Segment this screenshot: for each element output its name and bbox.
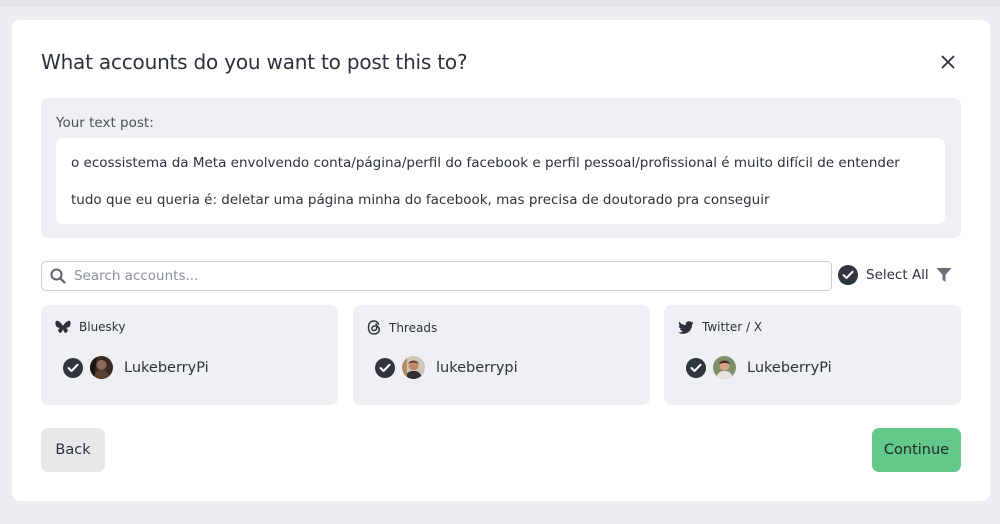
- platform-header: Bluesky: [55, 320, 125, 334]
- avatar: [90, 356, 113, 379]
- select-all-toggle[interactable]: Select All: [838, 265, 929, 285]
- select-all-label: Select All: [866, 267, 929, 283]
- platform-card-bluesky: Bluesky LukeberryPi: [41, 305, 338, 405]
- post-text-line: o ecossistema da Meta envolvendo conta/p…: [71, 155, 900, 171]
- post-preview-panel: Your text post: o ecossistema da Meta en…: [41, 98, 961, 238]
- dialog-title: What accounts do you want to post this t…: [41, 50, 468, 74]
- post-text: o ecossistema da Meta envolvendo conta/p…: [56, 138, 945, 224]
- account-item[interactable]: lukeberrypi: [375, 356, 518, 379]
- post-accounts-dialog: What accounts do you want to post this t…: [12, 20, 990, 501]
- avatar: [713, 356, 736, 379]
- search-icon: [50, 268, 66, 284]
- search-field[interactable]: [41, 261, 832, 291]
- platform-name: Threads: [389, 320, 438, 335]
- butterfly-icon: [55, 320, 71, 333]
- account-checkbox[interactable]: [686, 357, 706, 378]
- account-handle: LukeberryPi: [747, 359, 832, 376]
- platform-card-twitter: Twitter / X LukeberryPi: [664, 305, 961, 405]
- account-checkbox[interactable]: [375, 357, 395, 378]
- account-item[interactable]: LukeberryPi: [686, 356, 832, 379]
- checkmark-icon: [690, 363, 702, 372]
- search-input[interactable]: [74, 268, 814, 284]
- checkmark-icon: [379, 363, 391, 372]
- top-bar: [0, 0, 1000, 7]
- account-checkbox[interactable]: [63, 357, 83, 378]
- platform-header: Twitter / X: [678, 320, 762, 334]
- filter-button[interactable]: [935, 266, 955, 286]
- filter-icon: [936, 268, 952, 282]
- post-text-line: tudo que eu queria é: deletar uma página…: [71, 192, 770, 208]
- account-handle: LukeberryPi: [124, 359, 209, 376]
- select-all-checkbox[interactable]: [838, 265, 858, 285]
- platform-name: Twitter / X: [702, 320, 763, 334]
- platform-header: Threads: [367, 320, 437, 335]
- continue-button[interactable]: Continue: [872, 428, 961, 472]
- twitter-bird-icon: [678, 320, 694, 334]
- account-item[interactable]: LukeberryPi: [63, 356, 209, 379]
- checkmark-icon: [67, 363, 79, 372]
- back-button[interactable]: Back: [41, 428, 105, 472]
- platform-name: Bluesky: [79, 320, 126, 334]
- close-button[interactable]: [936, 50, 960, 74]
- threads-icon: [367, 320, 381, 335]
- account-handle: lukeberrypi: [436, 359, 518, 376]
- platform-card-threads: Threads lukeberrypi: [353, 305, 650, 405]
- checkmark-icon: [842, 270, 854, 279]
- post-label: Your text post:: [56, 115, 154, 131]
- close-icon: [941, 55, 955, 69]
- avatar: [402, 356, 425, 379]
